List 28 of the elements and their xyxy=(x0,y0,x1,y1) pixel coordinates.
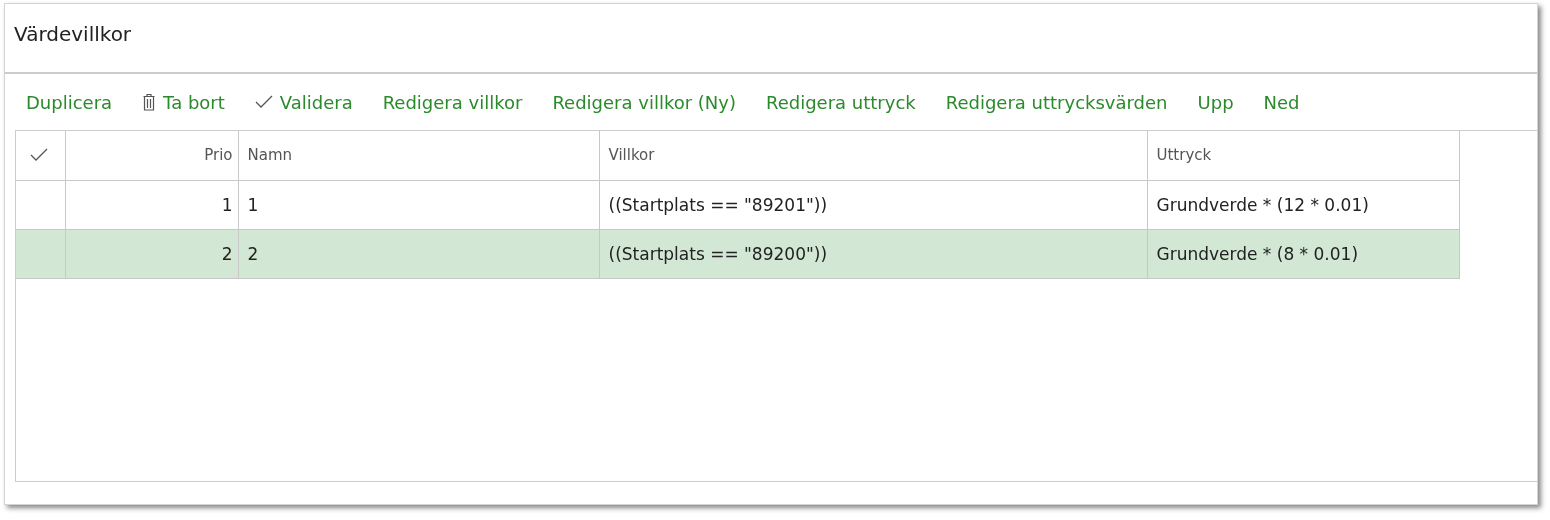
toolbar-button[interactable]: Validera xyxy=(245,87,362,117)
trash-icon xyxy=(142,93,157,111)
toolbar-button[interactable]: Redigera uttrycksvärden xyxy=(936,87,1177,117)
checkmark-icon xyxy=(30,148,48,163)
toolbar-button[interactable]: Upp xyxy=(1188,87,1243,117)
table-cell: ((Startplats == "89201")) xyxy=(599,180,1147,229)
toolbar-button[interactable]: Duplicera xyxy=(17,87,122,117)
toolbar-button[interactable]: Redigera villkor (Ny) xyxy=(543,87,745,117)
table-cell: Grundverde * (12 * 0.01) xyxy=(1147,180,1459,229)
column-header[interactable]: Namn xyxy=(238,131,599,180)
column-header[interactable]: Uttryck xyxy=(1147,131,1459,180)
select-all-header[interactable] xyxy=(16,131,65,180)
table-cell: ((Startplats == "89200")) xyxy=(599,229,1147,278)
toolbar-button[interactable]: Ned xyxy=(1254,87,1309,117)
table-cell: 2 xyxy=(238,229,599,278)
column-header[interactable]: Prio xyxy=(65,131,238,180)
table-cell: Grundverde * (8 * 0.01) xyxy=(1147,229,1459,278)
column-header[interactable]: Villkor xyxy=(599,131,1147,180)
checkmark-icon xyxy=(254,95,273,109)
table-cell: 1 xyxy=(238,180,599,229)
panel-title: Värdevillkor xyxy=(13,21,133,48)
toolbar-button[interactable]: Ta bort xyxy=(133,87,234,117)
toolbar-button[interactable]: Redigera uttryck xyxy=(756,87,925,117)
row-selector-cell[interactable] xyxy=(16,229,65,278)
table-cell: 1 xyxy=(65,180,238,229)
table-cell: 2 xyxy=(65,229,238,278)
toolbar-button[interactable]: Redigera villkor xyxy=(373,87,532,117)
row-selector-cell[interactable] xyxy=(16,180,65,229)
